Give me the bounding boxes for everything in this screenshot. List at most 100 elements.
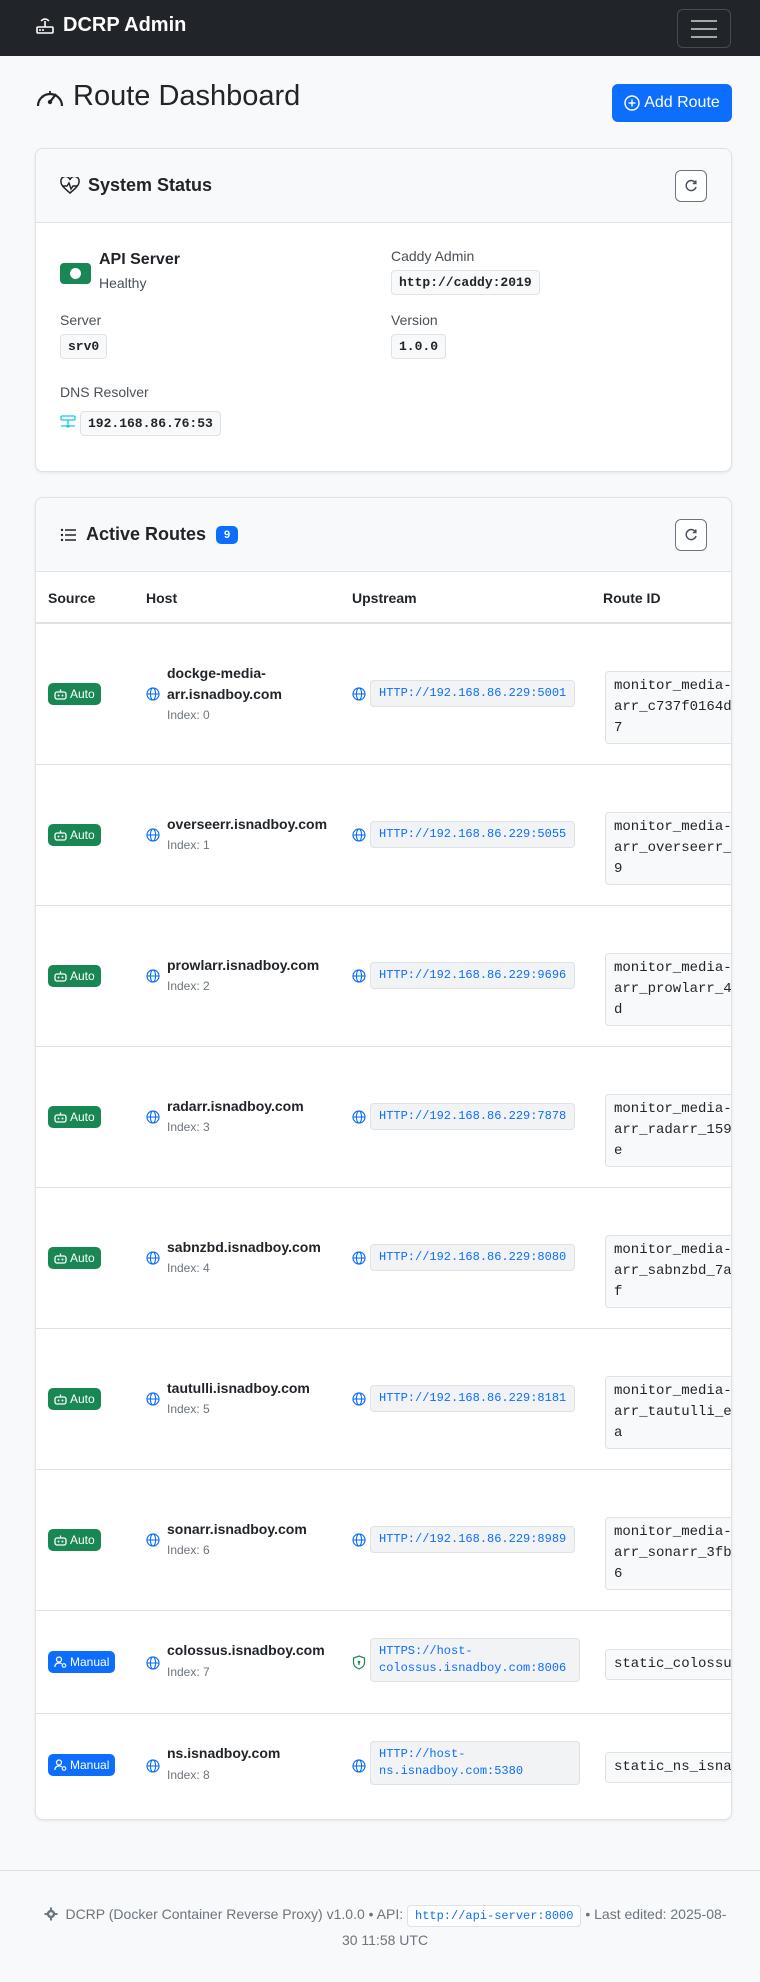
server-label: Server — [60, 312, 102, 328]
upstream-url[interactable]: HTTPS://host-colossus.isnadboy.com:8006 — [370, 1638, 580, 1682]
menu-toggle-button[interactable] — [677, 9, 731, 48]
robot-icon — [54, 1394, 67, 1405]
globe-icon — [352, 1759, 366, 1773]
column-header-source[interactable]: Source — [48, 590, 95, 606]
globe-icon — [352, 828, 366, 842]
table-row[interactable]: Auto overseerr.isnadboy.com Index: 1 HTT… — [36, 765, 731, 906]
footer: DCRP (Docker Container Reverse Proxy) v1… — [0, 1870, 760, 1980]
table-row[interactable]: Auto sonarr.isnadboy.com Index: 6 HTTP:/… — [36, 1470, 731, 1611]
robot-icon — [54, 689, 67, 700]
globe-icon — [146, 1759, 160, 1773]
route-id: monitor_media-arr_sonarr_3fb6 — [605, 1517, 731, 1590]
route-id: monitor_media-arr_prowlarr_4d — [605, 953, 731, 1026]
upstream-url[interactable]: HTTP://192.168.86.229:8080 — [370, 1244, 576, 1271]
route-id: monitor_media-arr_c737f0164d7 — [605, 671, 731, 744]
upstream-url[interactable]: HTTP://192.168.86.229:8181 — [370, 1385, 576, 1412]
navbar: DCRP Admin — [0, 0, 760, 56]
system-status-title: System Status — [60, 175, 212, 196]
robot-icon — [54, 1535, 67, 1546]
host-name: prowlarr.isnadboy.com — [167, 957, 320, 973]
source-badge: Auto — [48, 1529, 101, 1551]
globe-icon — [146, 687, 160, 701]
refresh-routes-button[interactable] — [675, 519, 707, 551]
route-id: monitor_media-arr_radarr_159e — [605, 1094, 731, 1167]
table-row[interactable]: Manual colossus.isnadboy.com Index: 7 HT… — [36, 1611, 731, 1714]
upstream-url[interactable]: HTTP://192.168.86.229:5055 — [370, 821, 576, 848]
host-index: Index: 2 — [167, 979, 210, 993]
robot-icon — [54, 1112, 67, 1123]
table-row[interactable]: Auto sabnzbd.isnadboy.com Index: 4 HTTP:… — [36, 1188, 731, 1329]
table-row[interactable]: Auto tautulli.isnadboy.com Index: 5 HTTP… — [36, 1329, 731, 1470]
active-routes-header: Active Routes 9 — [36, 498, 731, 572]
column-header-route-id[interactable]: Route ID — [603, 590, 661, 606]
upstream-url[interactable]: HTTP://192.168.86.229:9696 — [370, 962, 576, 989]
person-gear-icon — [54, 1656, 67, 1668]
host-name: ns.isnadboy.com — [167, 1745, 281, 1761]
route-id: monitor_media-arr_sabnzbd_7af — [605, 1235, 731, 1308]
routes-table-header: Source Host Upstream Route ID — [36, 572, 731, 624]
table-row[interactable]: Auto prowlarr.isnadboy.com Index: 2 HTTP… — [36, 906, 731, 1047]
route-id: monitor_media-arr_overseerr_9 — [605, 812, 731, 885]
active-routes-card: Active Routes 9 Source Host Upstream Rou… — [35, 497, 732, 1820]
version-label: Version — [391, 312, 438, 328]
api-server-status: Healthy — [99, 275, 147, 291]
robot-icon — [54, 830, 67, 841]
shield-lock-icon — [352, 1655, 366, 1670]
add-route-label: Add Route — [644, 94, 720, 111]
table-row[interactable]: Manual ns.isnadboy.com Index: 8 HTTP://h… — [36, 1714, 731, 1817]
footer-version-text: DCRP (Docker Container Reverse Proxy) v1… — [65, 1906, 404, 1922]
globe-icon — [352, 1110, 366, 1124]
globe-icon — [352, 687, 366, 701]
hamburger-icon — [691, 19, 717, 22]
add-route-button[interactable]: Add Route — [612, 84, 732, 122]
globe-icon — [352, 1392, 366, 1406]
host-index: Index: 5 — [167, 1402, 210, 1416]
refresh-status-button[interactable] — [675, 170, 707, 202]
source-badge: Auto — [48, 683, 101, 705]
brand-label: DCRP Admin — [63, 14, 187, 36]
host-name: radarr.isnadboy.com — [167, 1098, 304, 1114]
host-index: Index: 6 — [167, 1543, 210, 1557]
route-count-badge: 9 — [216, 525, 239, 544]
upstream-url[interactable]: HTTP://host-ns.isnadboy.com:5380 — [370, 1741, 580, 1785]
footer-api-url[interactable]: http://api-server:8000 — [407, 1905, 582, 1927]
globe-icon — [146, 1110, 160, 1124]
footer-text: DCRP (Docker Container Reverse Proxy) v1… — [40, 1901, 730, 1953]
route-id: static_ns_isna — [605, 1752, 731, 1783]
table-row[interactable]: Auto radarr.isnadboy.com Index: 3 HTTP:/… — [36, 1047, 731, 1188]
globe-icon — [352, 969, 366, 983]
host-index: Index: 1 — [167, 838, 210, 852]
host-index: Index: 3 — [167, 1120, 210, 1134]
source-badge: Auto — [48, 824, 101, 846]
globe-icon — [146, 1533, 160, 1547]
column-header-upstream[interactable]: Upstream — [352, 590, 417, 606]
source-badge: Auto — [48, 1106, 101, 1128]
robot-icon — [54, 971, 67, 982]
host-name: tautulli.isnadboy.com — [167, 1380, 310, 1396]
upstream-url[interactable]: HTTP://192.168.86.229:5001 — [370, 680, 576, 707]
page-title-text: Route Dashboard — [73, 80, 301, 112]
host-name: overseerr.isnadboy.com — [167, 816, 328, 832]
host-index: Index: 7 — [167, 1665, 210, 1679]
brand-link[interactable]: DCRP Admin — [35, 14, 186, 37]
source-badge: Manual — [48, 1754, 116, 1776]
upstream-url[interactable]: HTTP://192.168.86.229:8989 — [370, 1526, 576, 1553]
person-gear-icon — [54, 1759, 67, 1771]
router-icon — [36, 17, 54, 34]
table-row[interactable]: Auto dockge-media-arr.isnadboy.com Index… — [36, 624, 731, 765]
globe-icon — [352, 1533, 366, 1547]
refresh-icon — [685, 528, 697, 541]
system-status-header: System Status — [36, 149, 731, 223]
dns-resolver-label: DNS Resolver — [60, 384, 149, 400]
speedometer-icon — [36, 90, 64, 106]
upstream-url[interactable]: HTTP://192.168.86.229:7878 — [370, 1103, 576, 1130]
globe-icon — [146, 969, 160, 983]
host-index: Index: 0 — [167, 708, 210, 722]
host-name: sonarr.isnadboy.com — [167, 1521, 307, 1537]
gear-icon — [44, 1907, 58, 1921]
version-value: 1.0.0 — [391, 334, 447, 359]
plus-circle-icon — [624, 95, 640, 111]
system-status-card: System Status API Server Healthy Caddy A… — [35, 148, 732, 472]
column-header-host[interactable]: Host — [146, 590, 177, 606]
robot-icon — [54, 1253, 67, 1264]
